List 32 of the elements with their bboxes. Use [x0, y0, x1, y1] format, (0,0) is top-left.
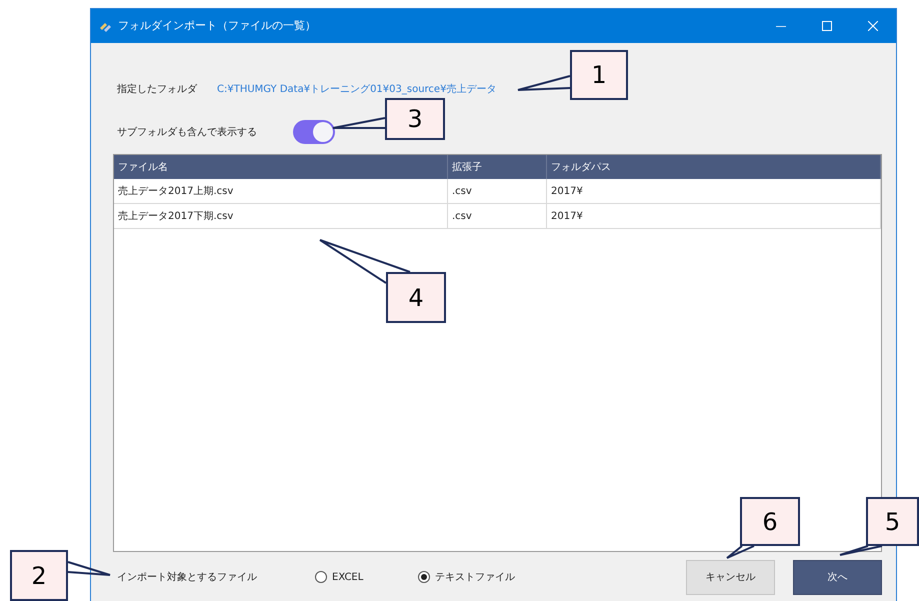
next-button[interactable]: 次へ [793, 560, 882, 594]
column-header[interactable]: 拡張子 [448, 155, 547, 179]
import-target-label: インポート対象とするファイル [117, 570, 258, 584]
subfolder-label: サブフォルダも含んで表示する [117, 126, 258, 140]
table-cell: 売上データ2017上期.csv [114, 179, 448, 203]
table-cell: .csv [448, 179, 547, 203]
subfolder-toggle[interactable] [293, 120, 335, 144]
folder-path: C:¥THUMGY Data¥トレーニング01¥03_source¥売上データ [217, 82, 496, 96]
leader-line [726, 545, 755, 559]
callout-number: 3 [385, 98, 445, 140]
close-icon [868, 21, 878, 31]
leader-line [67, 561, 111, 576]
radio-option[interactable]: テキストファイル [418, 570, 521, 584]
column-header[interactable]: フォルダパス [547, 155, 881, 179]
maximize-icon [822, 21, 832, 31]
callout-number: 6 [740, 497, 800, 546]
folder-label: 指定したフォルダ [117, 82, 198, 96]
table-cell: .csv [448, 204, 547, 228]
table-cell: 2017¥ [547, 179, 881, 203]
table-cell: 2017¥ [547, 204, 881, 228]
column-header[interactable]: ファイル名 [114, 155, 448, 179]
callout-number: 1 [570, 50, 628, 100]
leader-line [839, 545, 883, 556]
leader-line [517, 75, 571, 91]
callout-number: 2 [10, 550, 68, 601]
callout-number: 4 [386, 272, 446, 323]
callout-number: 5 [866, 497, 919, 546]
radio-option[interactable]: EXCEL [315, 570, 418, 584]
window-title: フォルダインポート（ファイルの一覧） [118, 18, 316, 34]
cancel-button[interactable]: キャンセル [686, 560, 775, 594]
table-cell: 売上データ2017下期.csv [114, 204, 448, 228]
leader-line [332, 117, 386, 129]
